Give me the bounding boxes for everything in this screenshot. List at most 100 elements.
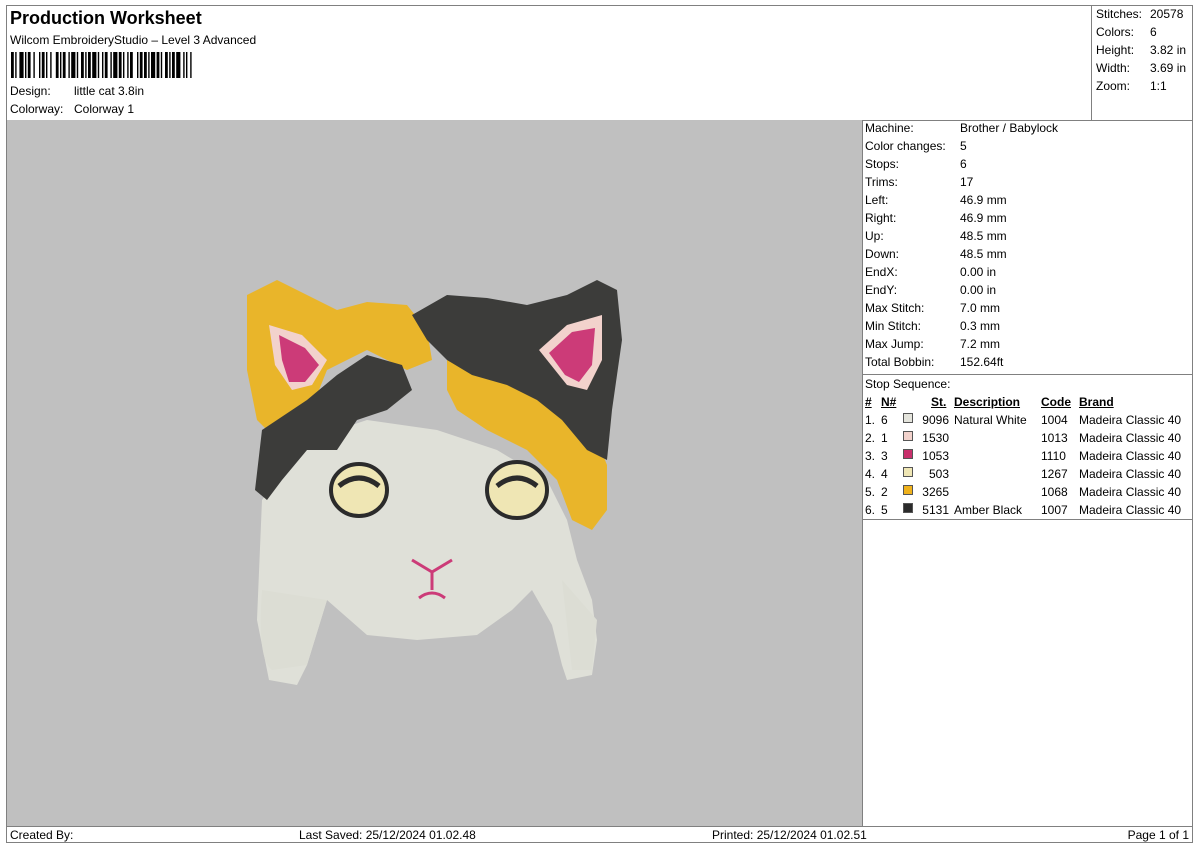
info-stops: Stops: 6 — [865, 157, 967, 171]
cat-embroidery-image — [247, 280, 622, 685]
stop-number: 4. — [865, 467, 876, 481]
barcode-bar — [186, 52, 188, 78]
table-row: 2. 1 1530 1013 Madeira Classic 40 — [863, 431, 1192, 449]
table-row: 4. 4 503 1267 Madeira Classic 40 — [863, 467, 1192, 485]
cat-eye-right — [485, 460, 549, 520]
barcode-bar — [27, 52, 31, 78]
info-up: Up: 48.5 mm — [865, 229, 1007, 243]
barcode-bar — [46, 52, 48, 78]
col-header-needle: N# — [881, 395, 897, 409]
barcode-bar — [123, 52, 125, 78]
colorway-value: Colorway 1 — [74, 102, 135, 116]
design-label: Design: — [10, 84, 51, 98]
stitch-count: 5131 — [922, 503, 949, 517]
worksheet-header: Production Worksheet Wilcom EmbroiderySt… — [7, 6, 1192, 121]
barcode-bar — [118, 52, 122, 78]
needle-number: 4 — [881, 467, 888, 481]
barcode-bar — [169, 52, 171, 78]
production-worksheet: Production Worksheet Wilcom EmbroiderySt… — [6, 5, 1193, 843]
color-swatch — [903, 449, 913, 459]
col-header-brand: Brand — [1079, 395, 1114, 409]
stitch-count: 1053 — [922, 449, 949, 463]
barcode-bar — [165, 52, 168, 78]
summary-zoom: Zoom: 1:1 — [1096, 79, 1167, 93]
barcode-bar — [190, 52, 192, 78]
barcode-bar — [39, 52, 41, 78]
color-swatch — [903, 413, 913, 423]
thread-code: 1267 — [1041, 467, 1068, 481]
info-total-bobbin: Total Bobbin: 152.64ft — [865, 355, 1004, 369]
barcode-bar — [62, 52, 66, 78]
barcode-bar — [139, 52, 143, 78]
color-swatch — [903, 467, 913, 477]
info-left: Left: 46.9 mm — [865, 193, 1007, 207]
stitch-count: 1530 — [922, 431, 949, 445]
stitch-count: 9096 — [922, 413, 949, 427]
thread-brand: Madeira Classic 40 — [1079, 413, 1182, 427]
barcode-bar — [33, 52, 35, 78]
thread-brand: Madeira Classic 40 — [1079, 467, 1182, 481]
barcode-bar — [71, 52, 76, 78]
page-title: Production Worksheet — [10, 8, 202, 28]
barcode-bar — [88, 52, 91, 78]
barcode-bar — [156, 52, 160, 78]
stop-number: 1. — [865, 413, 876, 427]
needle-number: 1 — [881, 431, 888, 445]
barcode-bar — [137, 52, 139, 78]
barcode — [11, 52, 192, 78]
barcode-bar — [97, 52, 100, 78]
barcode-bar — [110, 52, 112, 78]
barcode-bar — [102, 52, 104, 78]
barcode-bar — [25, 52, 27, 78]
info-down: Down: 48.5 mm — [865, 247, 1007, 261]
info-endy: EndY: 0.00 in — [865, 283, 997, 297]
design-value: little cat 3.8in — [74, 84, 145, 98]
thread-brand: Madeira Classic 40 — [1079, 431, 1182, 445]
barcode-bar — [68, 52, 70, 78]
info-color-changes: Color changes: 5 — [865, 139, 967, 153]
info-max-jump: Max Jump: 7.2 mm — [865, 337, 1001, 351]
barcode-bar — [148, 52, 150, 78]
thread-code: 1013 — [1041, 431, 1068, 445]
thread-description: Natural White — [954, 413, 1027, 427]
summary-height: Height: 3.82 in — [1096, 43, 1187, 57]
summary-stitches: Stitches: 20578 — [1096, 7, 1184, 21]
stop-number: 5. — [865, 485, 876, 499]
needle-number: 3 — [881, 449, 888, 463]
table-divider — [863, 519, 1192, 520]
stitch-count: 3265 — [922, 485, 949, 499]
thread-code: 1068 — [1041, 485, 1068, 499]
barcode-bar — [172, 52, 175, 78]
design-summary: Stitches: 20578 Colors: 6 Height: 3.82 in W… — [1091, 6, 1193, 120]
thread-code: 1110 — [1041, 449, 1066, 463]
needle-number: 2 — [881, 485, 888, 499]
barcode-bar — [144, 52, 147, 78]
table-row: 1. 6 9096 Natural White 1004 Madeira Classic … — [863, 413, 1192, 431]
worksheet-footer: Created By: Last Saved: 25/12/2024 01.02… — [7, 826, 1192, 843]
info-right: Right: 46.9 mm — [865, 211, 1007, 225]
needle-number: 6 — [881, 413, 888, 427]
thread-brand: Madeira Classic 40 — [1079, 449, 1182, 463]
section-divider — [863, 374, 1192, 375]
table-row: 3. 3 1053 1110 Madeira Classic 40 — [863, 449, 1192, 467]
cat-eye-left — [329, 462, 389, 518]
barcode-bar — [55, 52, 59, 78]
info-machine: Machine: Brother / Babylock — [865, 121, 1059, 135]
info-trims: Trims: 17 — [865, 175, 974, 189]
info-endx: EndX: 0.00 in — [865, 265, 997, 279]
design-row: Design: little cat 3.8in — [10, 84, 144, 98]
barcode-bar — [176, 52, 181, 78]
stop-sequence-title: Stop Sequence: — [865, 377, 951, 391]
software-name: Wilcom EmbroideryStudio – Level 3 Advanc… — [10, 33, 257, 47]
col-header-num: # — [865, 395, 872, 409]
stop-number: 2. — [865, 431, 876, 445]
colorway-label: Colorway: — [10, 102, 64, 116]
stitch-count: 503 — [928, 467, 949, 481]
barcode-bar — [92, 52, 97, 78]
barcode-bar — [81, 52, 84, 78]
barcode-bar — [85, 52, 87, 78]
machine-info-panel: Machine: Brother / Babylock Color changes… — [863, 120, 1192, 826]
last-saved: Last Saved: 25/12/2024 01.02.48 — [299, 828, 476, 842]
col-header-code: Code — [1041, 395, 1071, 409]
info-max-stitch: Max Stitch: 7.0 mm — [865, 301, 1001, 315]
